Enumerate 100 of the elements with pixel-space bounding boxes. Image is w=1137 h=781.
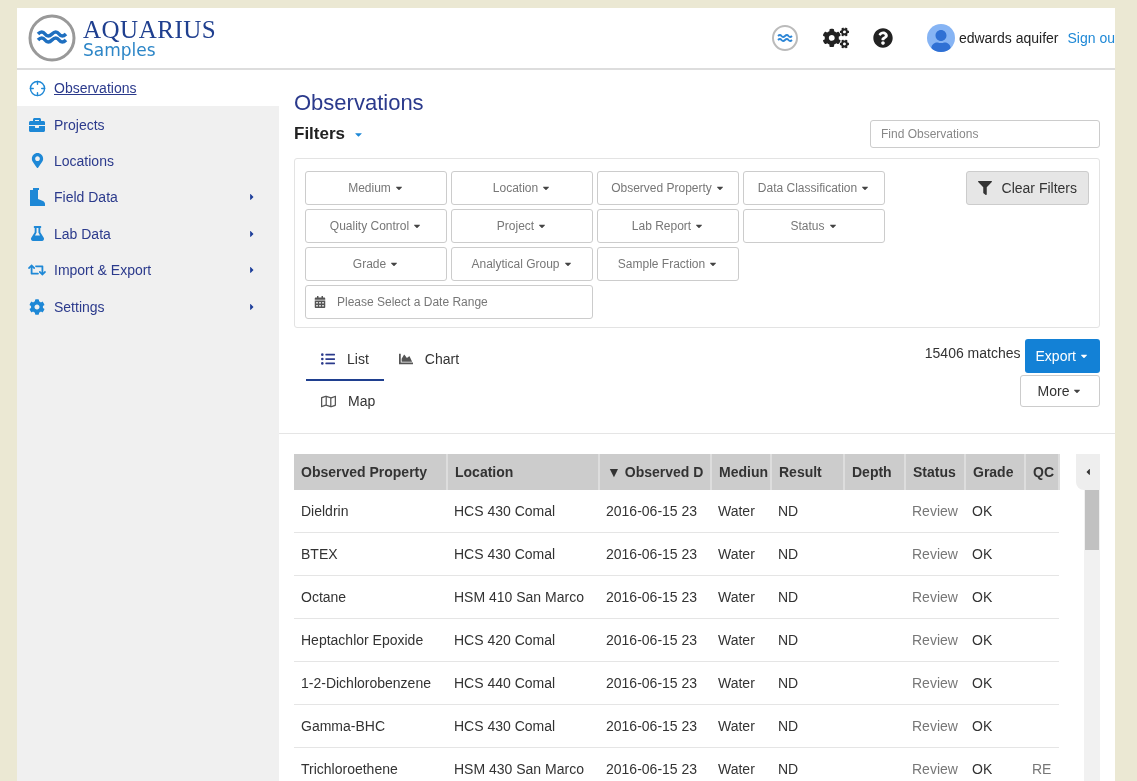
table-cell: HSM 430 San Marco bbox=[454, 761, 584, 777]
table-cell: 2016-06-15 23 bbox=[606, 675, 698, 691]
filter-dropdown[interactable]: Analytical Group bbox=[451, 247, 593, 281]
table-cell: Review bbox=[912, 632, 958, 648]
filter-dropdown[interactable]: Status bbox=[743, 209, 885, 243]
table-cell: Water bbox=[718, 589, 755, 605]
column-header[interactable]: ▼ Observed D bbox=[599, 454, 711, 490]
more-button[interactable]: More bbox=[1020, 375, 1100, 407]
table-cell: 2016-06-15 23 bbox=[606, 589, 698, 605]
table-cell: HSM 410 San Marco bbox=[454, 589, 584, 605]
table-cell: RE bbox=[1032, 761, 1052, 777]
briefcase-icon bbox=[27, 116, 47, 133]
calendar-icon bbox=[314, 296, 326, 308]
sidebar-item[interactable]: Projects bbox=[17, 106, 279, 143]
column-header[interactable]: Status bbox=[905, 454, 965, 490]
table-cell: OK bbox=[972, 503, 993, 519]
filter-dropdown[interactable]: Quality Control bbox=[305, 209, 447, 243]
sidebar-item[interactable]: Locations bbox=[17, 142, 279, 180]
search-field[interactable]: Find Observations bbox=[870, 120, 1100, 148]
table-cell: 2016-06-15 23 bbox=[606, 503, 698, 519]
table-cell: Dieldrin bbox=[301, 503, 349, 519]
table-cell: Review bbox=[912, 718, 958, 734]
column-header[interactable]: QC bbox=[1025, 454, 1059, 490]
table-cell: HCS 430 Comal bbox=[454, 503, 556, 519]
crosshair-icon bbox=[27, 79, 47, 97]
filter-dropdown[interactable]: Lab Report bbox=[597, 209, 739, 243]
area-chart-icon bbox=[398, 352, 413, 366]
table-cell: ND bbox=[778, 503, 799, 519]
page-title: Observations bbox=[294, 90, 425, 116]
table-cell: Review bbox=[912, 761, 958, 777]
boot-icon bbox=[27, 188, 47, 207]
view-tab[interactable]: Chart bbox=[383, 339, 475, 381]
table-cell: Water bbox=[718, 546, 755, 562]
logo-subtitle: Samples bbox=[83, 42, 156, 59]
export-button[interactable]: Export bbox=[1024, 339, 1100, 373]
view-tab[interactable]: List bbox=[306, 339, 384, 381]
gears-icon[interactable] bbox=[822, 25, 849, 51]
sidebar-item[interactable]: Settings bbox=[17, 288, 279, 325]
filter-icon bbox=[977, 181, 992, 195]
table-cell: OK bbox=[972, 632, 993, 648]
filter-dropdown[interactable]: Sample Fraction bbox=[597, 247, 739, 281]
table-cell: ND bbox=[778, 718, 799, 734]
logo-icon bbox=[27, 13, 77, 63]
table-cell: HCS 420 Comal bbox=[454, 632, 556, 648]
table-cell: Water bbox=[718, 718, 755, 734]
filter-dropdown[interactable]: Data Classification bbox=[743, 171, 885, 205]
date-range-field[interactable]: Please Select a Date Range bbox=[305, 285, 593, 319]
table-cell: 1-2-Dichlorobenzene bbox=[301, 675, 431, 691]
sidebar-item[interactable]: Import & Export bbox=[17, 251, 279, 289]
table-cell: ND bbox=[778, 675, 799, 691]
sidebar-item[interactable]: Field Data bbox=[17, 179, 279, 216]
table-cell: Review bbox=[912, 589, 958, 605]
table-cell: HCS 430 Comal bbox=[454, 546, 556, 562]
filter-dropdown[interactable]: Grade bbox=[305, 247, 447, 281]
table-cell: ND bbox=[778, 632, 799, 648]
logo-title: AQUARIUS bbox=[83, 17, 217, 42]
column-header[interactable]: Mediun bbox=[711, 454, 771, 490]
table-cell: 2016-06-15 23 bbox=[606, 718, 698, 734]
table-cell: Octane bbox=[301, 589, 347, 605]
clear-filters-button[interactable]: Clear Filters bbox=[965, 171, 1089, 205]
table-cell: Review bbox=[912, 503, 958, 519]
view-tab[interactable]: Map bbox=[306, 381, 391, 423]
filters-label: Filters bbox=[294, 124, 346, 144]
table-cell: 2016-06-15 23 bbox=[606, 761, 698, 777]
table-cell: ND bbox=[778, 589, 799, 605]
table-cell: Water bbox=[718, 632, 755, 648]
sidebar-item[interactable]: Lab Data bbox=[17, 215, 279, 252]
table-cell: Water bbox=[718, 675, 755, 691]
table-cell: Heptachlor Epoxide bbox=[301, 632, 424, 648]
filter-dropdown[interactable]: Project bbox=[451, 209, 593, 243]
column-header[interactable]: Location bbox=[447, 454, 599, 490]
table-cell: Water bbox=[718, 503, 755, 519]
filter-dropdown[interactable]: Observed Property bbox=[597, 171, 739, 205]
match-count: 15406 matches bbox=[924, 345, 1021, 361]
table-cell: 2016-06-15 23 bbox=[606, 546, 698, 562]
list-icon bbox=[321, 352, 335, 366]
settings-icon bbox=[27, 298, 47, 315]
table-cell: Trichloroethene bbox=[301, 761, 398, 777]
table-cell: ND bbox=[778, 546, 799, 562]
column-header[interactable]: Depth bbox=[844, 454, 905, 490]
waves-icon[interactable] bbox=[770, 24, 799, 52]
map-icon bbox=[321, 393, 336, 409]
table-cell: Water bbox=[718, 761, 755, 777]
column-header[interactable]: Grade bbox=[965, 454, 1025, 490]
column-header[interactable]: Result bbox=[771, 454, 844, 490]
table-cell: Gamma-BHC bbox=[301, 718, 385, 734]
table-cell: HCS 430 Comal bbox=[454, 718, 556, 734]
column-header[interactable]: Observed Property bbox=[294, 454, 447, 490]
scrollbar[interactable] bbox=[1084, 490, 1100, 781]
table-cell: 2016-06-15 23 bbox=[606, 632, 698, 648]
filter-dropdown[interactable]: Medium bbox=[305, 171, 447, 205]
table-cell: OK bbox=[972, 589, 993, 605]
table-cell: BTEX bbox=[301, 546, 338, 562]
table-cell: ND bbox=[778, 761, 799, 777]
user-avatar[interactable] bbox=[926, 24, 955, 52]
help-icon[interactable] bbox=[872, 28, 893, 48]
sign-out-link[interactable]: Sign ou bbox=[1067, 30, 1115, 46]
filter-dropdown[interactable]: Location bbox=[451, 171, 593, 205]
table-cell: OK bbox=[972, 675, 993, 691]
table-cell: OK bbox=[972, 761, 993, 777]
